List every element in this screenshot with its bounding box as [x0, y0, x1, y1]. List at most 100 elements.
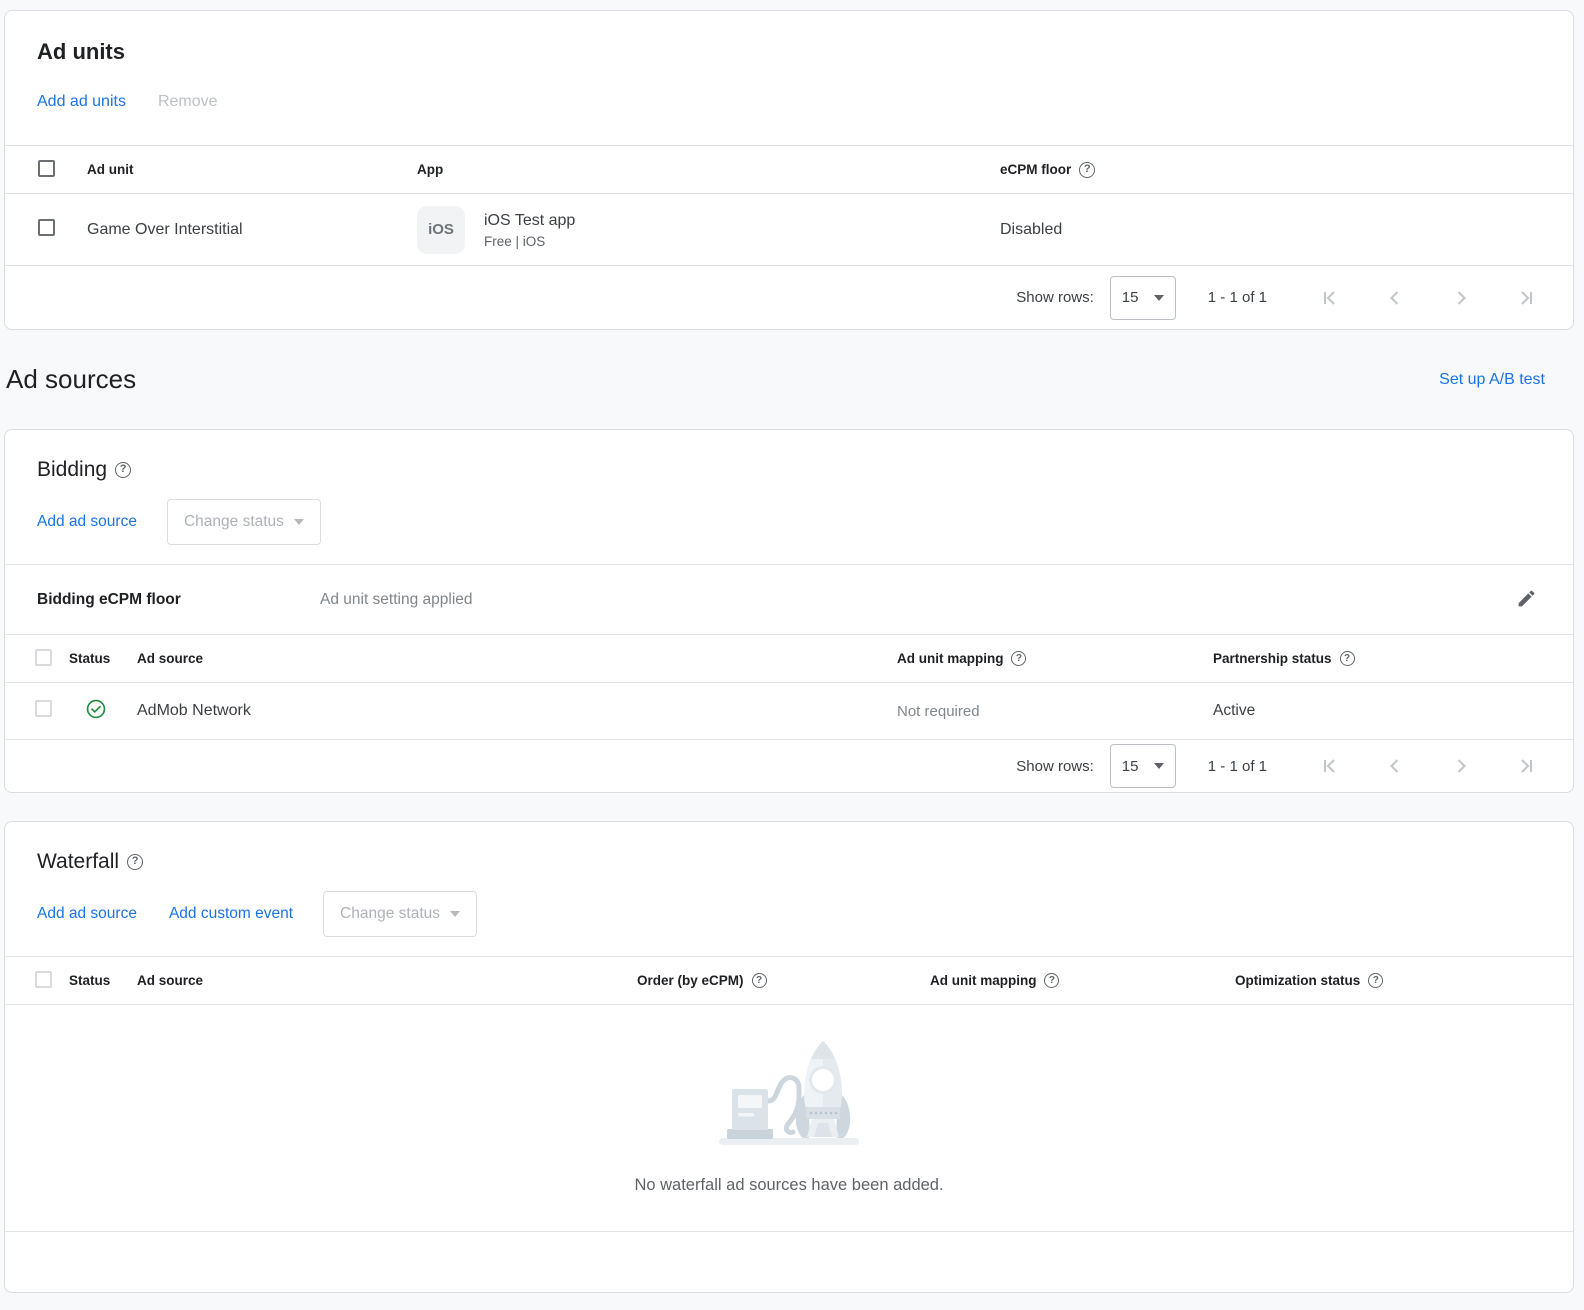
waterfall-change-status-button: Change status	[323, 891, 477, 937]
order-column-label: Order (by eCPM)	[637, 973, 744, 988]
waterfall-status-column-header: Status	[69, 973, 137, 988]
waterfall-help-icon[interactable]: ?	[127, 854, 143, 870]
bidding-row-checkbox[interactable]	[35, 700, 52, 717]
order-help-icon[interactable]: ?	[752, 973, 767, 988]
optimization-status-column-label: Optimization status	[1235, 973, 1360, 988]
pager-controls	[1319, 756, 1537, 776]
bidding-ad-source-column-label: Ad source	[137, 651, 203, 666]
ad-sources-title: Ad sources	[6, 364, 136, 395]
waterfall-empty-state: No waterfall ad sources have been added.	[5, 1004, 1573, 1231]
next-page-icon[interactable]	[1451, 756, 1471, 776]
select-dropdown-icon	[1154, 763, 1164, 769]
ecpm-floor-help-icon[interactable]: ?	[1079, 162, 1095, 178]
rocket-fuel-pump-illustration	[718, 1035, 860, 1154]
ad-units-card: Ad units Add ad units Remove Ad unit App…	[4, 10, 1574, 330]
ad-unit-mapping-help-icon[interactable]: ?	[1011, 651, 1026, 666]
bidding-title: Bidding	[37, 456, 107, 483]
previous-page-icon[interactable]	[1385, 288, 1405, 308]
bidding-change-status-button: Change status	[167, 499, 321, 545]
bidding-pagination: Show rows: 15 1 - 1 of 1	[5, 739, 1573, 792]
waterfall-actions: Add ad source Add custom event Change st…	[37, 891, 1541, 937]
select-all-bidding-checkbox[interactable]	[35, 649, 52, 666]
bidding-mapping-column-label: Ad unit mapping	[897, 651, 1003, 666]
bidding-mapping-value: Not required	[897, 703, 1213, 720]
ad-unit-name: Game Over Interstitial	[87, 221, 417, 239]
ad-units-header-checkbox-cell	[5, 160, 87, 180]
waterfall-add-ad-source-button[interactable]: Add ad source	[37, 905, 137, 923]
optimization-status-column-header: Optimization status ?	[1235, 973, 1573, 988]
last-page-icon[interactable]	[1517, 288, 1537, 308]
waterfall-table-header: Status Ad source Order (by eCPM) ? Ad un…	[5, 956, 1573, 1004]
previous-page-icon[interactable]	[1385, 756, 1405, 776]
ad-unit-row-checkbox-cell	[5, 219, 87, 241]
waterfall-ad-source-column-header: Ad source	[137, 973, 637, 988]
bidding-ad-source-column-header: Ad source	[137, 651, 897, 666]
ad-sources-section-bar: Ad sources Set up A/B test	[4, 330, 1574, 429]
waterfall-mapping-column-header: Ad unit mapping ?	[930, 973, 1235, 988]
pager-controls	[1319, 288, 1537, 308]
bidding-header-checkbox-cell	[5, 649, 69, 669]
select-dropdown-icon	[1154, 295, 1164, 301]
add-ad-units-button[interactable]: Add ad units	[37, 93, 126, 111]
app-column-label: App	[417, 162, 443, 177]
order-column-header: Order (by eCPM) ?	[637, 973, 930, 988]
waterfall-status-column-label: Status	[69, 973, 110, 988]
ad-units-card-head: Ad units Add ad units Remove	[5, 11, 1573, 145]
remove-ad-units-button: Remove	[158, 93, 218, 111]
first-page-icon[interactable]	[1319, 756, 1339, 776]
waterfall-mapping-help-icon[interactable]: ?	[1044, 973, 1059, 988]
bidding-add-ad-source-button[interactable]: Add ad source	[37, 513, 137, 531]
show-rows-label: Show rows:	[1016, 289, 1094, 306]
ad-units-table-header: Ad unit App eCPM floor ?	[5, 145, 1573, 193]
waterfall-title-row: Waterfall ?	[37, 848, 1541, 875]
change-status-dropdown-icon	[450, 911, 460, 917]
bidding-row-checkbox-cell	[5, 700, 69, 722]
pencil-icon	[1516, 588, 1537, 612]
change-status-dropdown-icon	[294, 519, 304, 525]
bidding-help-icon[interactable]: ?	[115, 462, 131, 478]
bidding-table-header: Status Ad source Ad unit mapping ? Partn…	[5, 634, 1573, 682]
ios-app-icon: iOS	[417, 206, 465, 254]
show-rows-label: Show rows:	[1016, 758, 1094, 775]
bidding-status-column-header: Status	[69, 651, 137, 666]
waterfall-change-status-label: Change status	[340, 905, 440, 923]
bidding-mapping-column-header: Ad unit mapping ?	[897, 651, 1213, 666]
app-cell: iOS iOS Test app Free | iOS	[417, 206, 1000, 254]
optimization-status-help-icon[interactable]: ?	[1368, 973, 1383, 988]
app-text: iOS Test app Free | iOS	[484, 210, 575, 249]
ad-units-title: Ad units	[37, 39, 1541, 65]
ad-units-actions: Add ad units Remove	[37, 93, 1541, 111]
bidding-change-status-label: Change status	[184, 513, 284, 531]
bidding-table-row: AdMob Network Not required Active	[5, 682, 1573, 739]
rows-per-page-value: 15	[1122, 758, 1139, 775]
partnership-status-value: Active	[1213, 702, 1573, 720]
waterfall-ad-source-column-label: Ad source	[137, 973, 203, 988]
bidding-ecpm-floor-value: Ad unit setting applied	[320, 591, 473, 609]
waterfall-empty-message: No waterfall ad sources have been added.	[634, 1176, 943, 1195]
add-custom-event-button[interactable]: Add custom event	[169, 905, 293, 923]
bidding-status-column-label: Status	[69, 651, 110, 666]
rows-per-page-select[interactable]: 15	[1110, 744, 1176, 788]
edit-ecpm-floor-button[interactable]	[1512, 584, 1541, 616]
status-active-check-icon	[85, 698, 107, 725]
app-name: iOS Test app	[484, 210, 575, 231]
ad-unit-row-checkbox[interactable]	[38, 219, 55, 236]
rows-per-page-select[interactable]: 15	[1110, 276, 1176, 320]
rows-per-page-value: 15	[1122, 289, 1139, 306]
bidding-actions: Add ad source Change status	[37, 499, 1541, 545]
select-all-ad-units-checkbox[interactable]	[38, 160, 55, 177]
waterfall-card: Waterfall ? Add ad source Add custom eve…	[4, 821, 1574, 1293]
bidding-ecpm-floor-label: Bidding eCPM floor	[37, 591, 320, 609]
bidding-ad-source-name: AdMob Network	[137, 702, 897, 720]
next-page-icon[interactable]	[1451, 288, 1471, 308]
mediation-group-page: Ad units Add ad units Remove Ad unit App…	[0, 0, 1584, 1293]
bidding-card-head: Bidding ? Add ad source Change status	[5, 430, 1573, 564]
last-page-icon[interactable]	[1517, 756, 1537, 776]
select-all-waterfall-checkbox[interactable]	[35, 971, 52, 988]
waterfall-card-footer	[5, 1231, 1573, 1292]
first-page-icon[interactable]	[1319, 288, 1339, 308]
partnership-status-help-icon[interactable]: ?	[1340, 651, 1355, 666]
setup-ab-test-link[interactable]: Set up A/B test	[1439, 371, 1545, 389]
partnership-status-column-label: Partnership status	[1213, 651, 1332, 666]
bidding-row-status-cell	[69, 698, 137, 725]
